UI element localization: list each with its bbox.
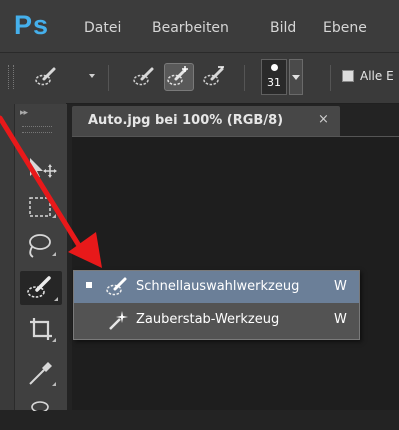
annotation-arrow-icon	[0, 115, 102, 268]
